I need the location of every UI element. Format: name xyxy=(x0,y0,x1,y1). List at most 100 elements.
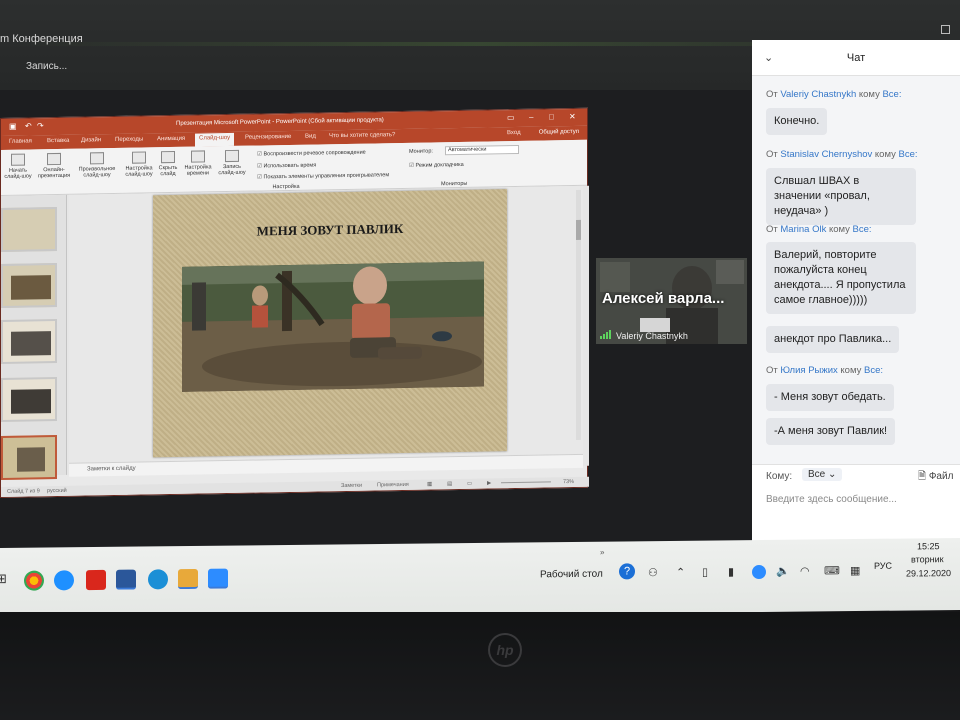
sender-name[interactable]: Юлия Рыжих xyxy=(780,365,837,376)
redo-icon[interactable]: ↷ xyxy=(37,121,44,130)
slide-thumbnail[interactable] xyxy=(1,263,57,308)
minimize-icon[interactable]: – xyxy=(529,113,533,122)
signin-link[interactable]: Вход xyxy=(507,130,521,136)
chat-header: ⌄ Чат xyxy=(752,40,960,76)
tab-review[interactable]: Рецензирование xyxy=(245,134,291,141)
tab-design[interactable]: Дизайн xyxy=(81,137,101,143)
clock-date[interactable]: 29.12.2020 xyxy=(906,568,951,578)
chat-message: Валерий, повторите пожалуйста конец анек… xyxy=(766,242,916,314)
playground-photo xyxy=(182,261,484,392)
windows-taskbar: ⊞ » Рабочий стол ? ⚇ ⌃ ▯ ▮ 🔈 ◠ ⌨ ▦ РУС 1… xyxy=(0,537,960,620)
close-icon[interactable]: ✕ xyxy=(569,112,576,121)
undo-icon[interactable]: ↶ xyxy=(25,121,32,130)
custom-slideshow-button[interactable]: Произвольное слайд-шоу xyxy=(75,152,119,179)
recipient-name: Все: xyxy=(852,224,872,235)
clock-time[interactable]: 15:25 xyxy=(917,541,940,551)
sorter-view-icon[interactable]: ▤ xyxy=(447,481,452,487)
tab-transitions[interactable]: Переходы xyxy=(115,137,143,143)
word-icon[interactable] xyxy=(116,569,136,590)
tab-insert[interactable]: Вставка xyxy=(47,138,69,144)
normal-view-icon[interactable]: ▦ xyxy=(427,481,432,487)
zoom-tray-icon[interactable] xyxy=(752,564,766,580)
restore-window-icon[interactable] xyxy=(941,25,950,34)
hide-slide-icon xyxy=(161,150,175,164)
tab-animation[interactable]: Анимация xyxy=(157,136,185,142)
clock-day[interactable]: вторник xyxy=(911,554,944,564)
desktop-toolbar[interactable]: Рабочий стол xyxy=(540,569,603,581)
show-more-toolbar[interactable]: » xyxy=(600,548,604,557)
slide-thumbnail[interactable] xyxy=(1,207,57,252)
chat-message: Слвшал ШВАХ в значении «провал, неудача»… xyxy=(766,168,916,225)
slide-thumbnails xyxy=(1,194,67,480)
message-header: От Stanislav Chernyshov кому Все: xyxy=(766,149,918,160)
slide-thumbnail-selected[interactable] xyxy=(1,435,57,480)
sender-name[interactable]: Valeriy Chastnykh xyxy=(780,89,856,100)
skype-icon[interactable] xyxy=(54,570,74,591)
help-icon[interactable]: ? xyxy=(619,563,635,580)
vertical-scrollbar[interactable] xyxy=(576,189,581,440)
tab-home[interactable]: Главная xyxy=(9,138,32,144)
notes-toggle-button[interactable]: Заметки xyxy=(341,483,362,489)
keyboard-icon[interactable]: ⌨ xyxy=(824,564,840,577)
reading-view-icon[interactable]: ▭ xyxy=(467,481,472,487)
online-present-button[interactable]: Онлайн-презентация xyxy=(35,152,73,180)
from-prefix: От xyxy=(766,89,778,100)
start-slideshow-button[interactable]: Начать слайд-шоу xyxy=(3,153,33,180)
comments-toggle-button[interactable]: Примечания xyxy=(377,482,409,489)
recipient-label: Кому: xyxy=(766,471,793,482)
wifi-icon[interactable]: ◠ xyxy=(800,565,810,578)
chat-message: Конечно. xyxy=(766,108,828,135)
tab-slideshow[interactable]: Слайд-шоу xyxy=(195,132,235,147)
monitor-select[interactable]: Автоматически xyxy=(445,144,519,156)
zoom-slider[interactable] xyxy=(501,481,551,484)
slideshow-icon xyxy=(11,153,25,166)
chat-title: Чат xyxy=(846,52,866,64)
sender-name[interactable]: Marina Olk xyxy=(780,224,826,235)
edge-icon[interactable] xyxy=(148,569,168,590)
participant-display-name: Алексей варла... xyxy=(602,290,725,307)
ppt-title: Презентация Microsoft PowerPoint - Power… xyxy=(176,117,384,127)
chat-message-input[interactable] xyxy=(766,491,952,507)
battery-icon[interactable]: ▮ xyxy=(728,565,734,578)
setup-slideshow-button[interactable]: Настройка слайд-шоу xyxy=(123,151,155,178)
volume-icon[interactable]: 🔈 xyxy=(776,565,790,578)
tab-view[interactable]: Вид xyxy=(305,133,316,139)
save-icon[interactable]: ▣ xyxy=(9,122,17,131)
input-language[interactable]: РУС xyxy=(874,561,892,571)
chat-panel: ⌄ Чат От Valeriy Chastnykh кому Все: Кон… xyxy=(752,40,960,552)
from-prefix: От xyxy=(766,365,778,376)
ribbon-options-icon[interactable]: ▭ xyxy=(507,113,515,122)
tell-me-box[interactable]: Что вы хотите сделать? xyxy=(329,132,395,139)
people-icon[interactable]: ⚇ xyxy=(648,566,658,579)
file-explorer-icon[interactable] xyxy=(178,568,198,590)
scrollbar-thumb[interactable] xyxy=(576,219,581,240)
checkbox-use-timings[interactable]: Использовать время xyxy=(257,162,316,169)
slideshow-view-icon[interactable]: ▶ xyxy=(487,480,491,486)
zoom-app-icon[interactable] xyxy=(208,568,228,589)
chrome-icon[interactable] xyxy=(24,570,44,591)
recipient-select[interactable]: Все ⌄ xyxy=(802,468,843,481)
acrobat-icon[interactable] xyxy=(86,569,106,591)
record-slideshow-button[interactable]: Запись слайд-шоу xyxy=(215,149,249,177)
rehearse-timings-button[interactable]: Настройка времени xyxy=(183,150,213,177)
checkbox-narration[interactable]: Воспроизвести речевое сопровождение xyxy=(257,150,365,158)
record-icon xyxy=(225,149,239,163)
onscreen-keyboard-icon[interactable]: ▦ xyxy=(850,564,860,577)
hide-slide-button[interactable]: Скрыть слайд xyxy=(157,150,179,177)
chevron-up-icon[interactable]: ⌃ xyxy=(676,566,685,579)
checkbox-media-controls[interactable]: Показать элементы управления проигрывате… xyxy=(257,172,389,180)
checkbox-presenter-view[interactable]: Режим докладчика xyxy=(409,162,463,169)
slide-thumbnail[interactable] xyxy=(1,377,57,422)
share-button[interactable]: Общий доступ xyxy=(539,129,579,136)
start-icon[interactable]: ⊞ xyxy=(0,571,16,591)
file-button[interactable]: 🗎 Файл xyxy=(918,469,953,486)
group-label-setup: Настройка xyxy=(272,183,300,191)
slide-canvas[interactable]: МЕНЯ ЗОВУТ ПАВЛИК xyxy=(69,185,583,463)
slide-thumbnail[interactable] xyxy=(1,319,57,364)
maximize-icon[interactable]: □ xyxy=(549,112,554,121)
device-icon[interactable]: ▯ xyxy=(702,566,708,579)
thumb-image xyxy=(11,331,51,356)
participant-video[interactable]: Алексей варла... Valeriy Chastnykh xyxy=(596,258,747,344)
zoom-percent[interactable]: 73% xyxy=(563,479,574,485)
sender-name[interactable]: Stanislav Chernyshov xyxy=(780,149,872,160)
